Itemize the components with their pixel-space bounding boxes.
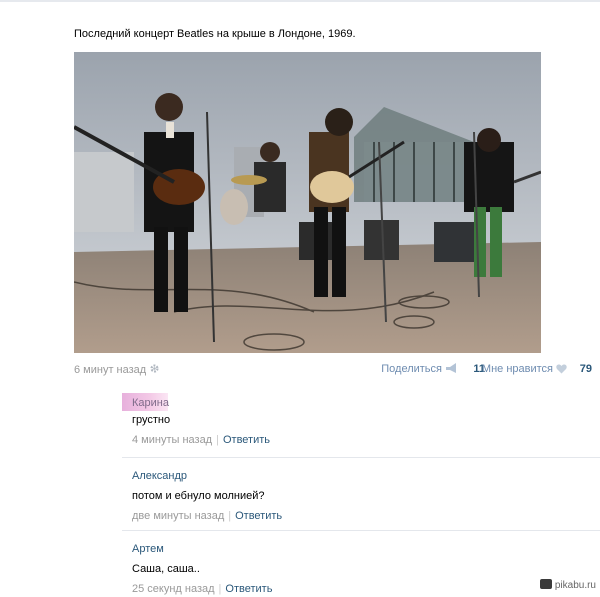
comment-time[interactable]: 25 секунд назад xyxy=(132,583,215,595)
comment-time[interactable]: 4 минуты назад xyxy=(132,434,212,446)
post-time-text[interactable]: 6 минут назад xyxy=(74,364,146,376)
comment-text: потом и ебнуло молнией? xyxy=(132,490,265,502)
comment-meta: 25 секунд назад | Ответить xyxy=(132,583,272,595)
beatles-rooftop-photo xyxy=(74,52,541,353)
post-photo[interactable] xyxy=(74,52,541,353)
post-meta-row: 6 минут назад Поделиться 11 Мне нравится… xyxy=(74,363,592,377)
separator: | xyxy=(216,434,219,446)
reply-link[interactable]: Ответить xyxy=(225,583,272,595)
like-count[interactable]: 79 xyxy=(580,363,592,375)
comment-author[interactable]: Карина xyxy=(132,397,169,409)
megaphone-icon[interactable] xyxy=(445,363,457,374)
comment-divider xyxy=(122,530,600,531)
share-button[interactable]: Поделиться xyxy=(381,363,457,375)
post-text: Последний концерт Beatles на крыше в Лон… xyxy=(74,28,356,40)
top-border xyxy=(0,0,600,2)
heart-icon[interactable] xyxy=(556,364,567,374)
share-label[interactable]: Поделиться xyxy=(381,363,442,375)
reply-link[interactable]: Ответить xyxy=(235,510,282,522)
comment-item: Александр потом и ебнуло молнией? две ми… xyxy=(132,470,282,522)
watermark: pikabu.ru xyxy=(539,579,596,591)
comment-meta: 4 минуты назад | Ответить xyxy=(132,434,270,446)
pikabu-logo-icon xyxy=(539,579,552,589)
reply-link[interactable]: Ответить xyxy=(223,434,270,446)
separator: | xyxy=(218,583,222,595)
comment-item: грустно 4 минуты назад | Ответить xyxy=(132,414,270,446)
gear-icon[interactable] xyxy=(149,363,160,374)
like-button[interactable]: Мне нравится xyxy=(482,363,567,375)
comment-author[interactable]: Александр xyxy=(132,470,282,482)
comment-meta: две минуты назад | Ответить xyxy=(132,510,282,522)
like-label[interactable]: Мне нравится xyxy=(482,363,553,375)
comment-text: Саша, саша.. xyxy=(132,563,200,575)
comment-divider xyxy=(122,457,600,458)
comment-item: Артем Саша, саша.. 25 секунд назад | Ответ… xyxy=(132,543,272,595)
watermark-text: pikabu.ru xyxy=(554,580,596,591)
comment-text: грустно xyxy=(132,414,171,426)
comment-author[interactable]: Артем xyxy=(132,543,272,555)
comment-time[interactable]: две минуты назад xyxy=(132,510,224,522)
separator: | xyxy=(228,510,232,522)
post-time[interactable]: 6 минут назад xyxy=(74,363,160,376)
